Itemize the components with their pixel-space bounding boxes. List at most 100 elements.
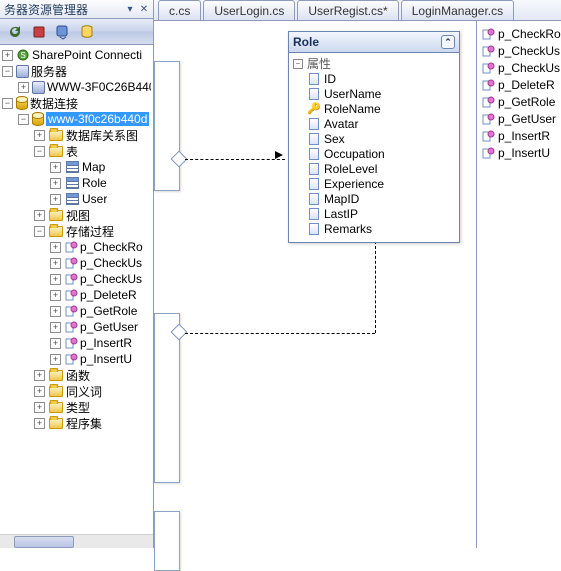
- tree-label: p_GetUser: [80, 320, 138, 334]
- tree-node-sproc[interactable]: +p_InsertU: [2, 351, 153, 367]
- tree-node-sproc[interactable]: + p_InsertR: [2, 335, 153, 351]
- tab-file[interactable]: UserLogin.cs: [203, 0, 295, 20]
- collapse-icon[interactable]: −: [34, 226, 45, 237]
- tab-file[interactable]: LoginManager.cs: [401, 0, 514, 20]
- scrollbar-thumb[interactable]: [14, 536, 74, 548]
- expand-icon[interactable]: +: [50, 338, 61, 349]
- expand-icon[interactable]: +: [50, 162, 61, 173]
- expand-icon[interactable]: +: [50, 178, 61, 189]
- entity-field-key[interactable]: 🔑RoleName: [293, 101, 455, 116]
- close-icon[interactable]: ✕: [137, 2, 151, 16]
- expand-icon[interactable]: +: [50, 354, 61, 365]
- tab-file[interactable]: UserRegist.cs*: [297, 0, 398, 20]
- entity-field[interactable]: MapID: [293, 191, 455, 206]
- sproc-icon: [481, 129, 495, 143]
- tree-node-server-instance[interactable]: + WWW-3F0C26B440D: [2, 79, 153, 95]
- tree-node-data-connections[interactable]: − 数据连接: [2, 95, 153, 111]
- expand-icon[interactable]: +: [34, 210, 45, 221]
- expand-icon[interactable]: +: [50, 306, 61, 317]
- field-label: Occupation: [324, 147, 385, 161]
- collapse-icon[interactable]: −: [2, 98, 13, 109]
- list-item[interactable]: p_GetUser: [481, 110, 561, 127]
- tree-label: SharePoint Connecti: [32, 48, 142, 62]
- entity-field[interactable]: Avatar: [293, 116, 455, 131]
- expand-icon[interactable]: +: [50, 258, 61, 269]
- tree-node-functions[interactable]: + 函数: [2, 367, 153, 383]
- tree-node-servers[interactable]: − 服务器: [2, 63, 153, 79]
- collapse-icon[interactable]: −: [18, 114, 29, 125]
- entity-box-partial[interactable]: [154, 61, 180, 191]
- expand-icon[interactable]: +: [50, 242, 61, 253]
- tree-node-table[interactable]: +Map: [2, 159, 153, 175]
- horizontal-scrollbar[interactable]: [0, 534, 153, 548]
- entity-field[interactable]: LastIP: [293, 206, 455, 221]
- connect-server-icon[interactable]: [54, 23, 72, 41]
- expand-icon[interactable]: +: [50, 274, 61, 285]
- sharepoint-icon: S: [16, 48, 30, 62]
- entity-field[interactable]: UserName: [293, 86, 455, 101]
- collapse-icon[interactable]: −: [293, 59, 303, 69]
- entity-field[interactable]: Remarks: [293, 221, 455, 236]
- tree[interactable]: + S SharePoint Connecti − 服务器 + WWW-3F0C…: [0, 45, 153, 534]
- refresh-icon[interactable]: [6, 23, 24, 41]
- list-item[interactable]: p_InsertR: [481, 127, 561, 144]
- expand-icon[interactable]: +: [34, 130, 45, 141]
- tab-label: UserRegist.cs*: [308, 4, 387, 18]
- tree-label: p_InsertR: [80, 336, 132, 350]
- tree-node-diagrams[interactable]: + 数据库关系图: [2, 127, 153, 143]
- tree-node-sproc[interactable]: +p_CheckUs: [2, 271, 153, 287]
- entity-field[interactable]: Experience: [293, 176, 455, 191]
- entity-titlebar[interactable]: Role ⌃: [289, 32, 459, 53]
- tree-node-table[interactable]: +Role: [2, 175, 153, 191]
- entity-box-partial[interactable]: [154, 511, 180, 571]
- entity-box-role[interactable]: Role ⌃ − 属性 ID UserName 🔑RoleName Avatar…: [288, 31, 460, 243]
- tree-node-synonyms[interactable]: + 同义词: [2, 383, 153, 399]
- sproc-icon: [64, 352, 78, 366]
- entity-field[interactable]: Sex: [293, 131, 455, 146]
- tree-node-assemblies[interactable]: + 程序集: [2, 415, 153, 431]
- tree-node-sproc[interactable]: +p_CheckRo: [2, 239, 153, 255]
- tree-node-sproc[interactable]: +p_DeleteR: [2, 287, 153, 303]
- connect-db-icon[interactable]: [78, 23, 96, 41]
- list-item[interactable]: p_CheckRo: [481, 25, 561, 42]
- tree-node-sproc[interactable]: +p_GetRole: [2, 303, 153, 319]
- tree-node-sharepoint[interactable]: + S SharePoint Connecti: [2, 47, 153, 63]
- tree-node-table[interactable]: +User: [2, 191, 153, 207]
- collapse-icon[interactable]: −: [2, 66, 13, 77]
- expand-icon[interactable]: +: [2, 50, 13, 61]
- list-item[interactable]: p_InsertU: [481, 144, 561, 161]
- tree-node-sprocs[interactable]: − 存储过程: [2, 223, 153, 239]
- entity-field[interactable]: Occupation: [293, 146, 455, 161]
- tree-node-sproc[interactable]: + p_GetUser: [2, 319, 153, 335]
- list-item[interactable]: p_CheckUs: [481, 59, 561, 76]
- list-item[interactable]: p_GetRole: [481, 93, 561, 110]
- tree-node-views[interactable]: + 视图: [2, 207, 153, 223]
- tree-label: 程序集: [66, 415, 102, 432]
- tree-node-sproc[interactable]: +p_CheckUs: [2, 255, 153, 271]
- collapse-icon[interactable]: ⌃: [441, 35, 455, 49]
- expand-icon[interactable]: +: [34, 402, 45, 413]
- list-item[interactable]: p_DeleteR: [481, 76, 561, 93]
- expand-icon[interactable]: +: [50, 290, 61, 301]
- expand-icon[interactable]: +: [34, 386, 45, 397]
- expand-icon[interactable]: +: [18, 82, 29, 93]
- tree-node-types[interactable]: + 类型: [2, 399, 153, 415]
- expand-icon[interactable]: +: [34, 418, 45, 429]
- entity-group-header[interactable]: − 属性: [293, 56, 455, 71]
- dbml-canvas[interactable]: Role ⌃ − 属性 ID UserName 🔑RoleName Avatar…: [154, 21, 476, 548]
- tree-node-tables[interactable]: − 表: [2, 143, 153, 159]
- tab-file[interactable]: c.cs: [158, 0, 201, 20]
- folder-icon: [48, 383, 64, 399]
- entity-field[interactable]: ID: [293, 71, 455, 86]
- pushpin-icon[interactable]: ▾: [123, 2, 137, 16]
- expand-icon[interactable]: +: [34, 370, 45, 381]
- entity-field[interactable]: RoleLevel: [293, 161, 455, 176]
- collapse-icon[interactable]: −: [34, 146, 45, 157]
- list-item[interactable]: p_CheckUs: [481, 42, 561, 59]
- expand-icon[interactable]: +: [50, 194, 61, 205]
- expand-icon[interactable]: +: [50, 322, 61, 333]
- stop-icon[interactable]: [30, 23, 48, 41]
- tree-node-db[interactable]: − www-3f0c26b440d: [2, 111, 153, 127]
- sproc-icon: [64, 320, 78, 334]
- connector-line: [185, 333, 375, 334]
